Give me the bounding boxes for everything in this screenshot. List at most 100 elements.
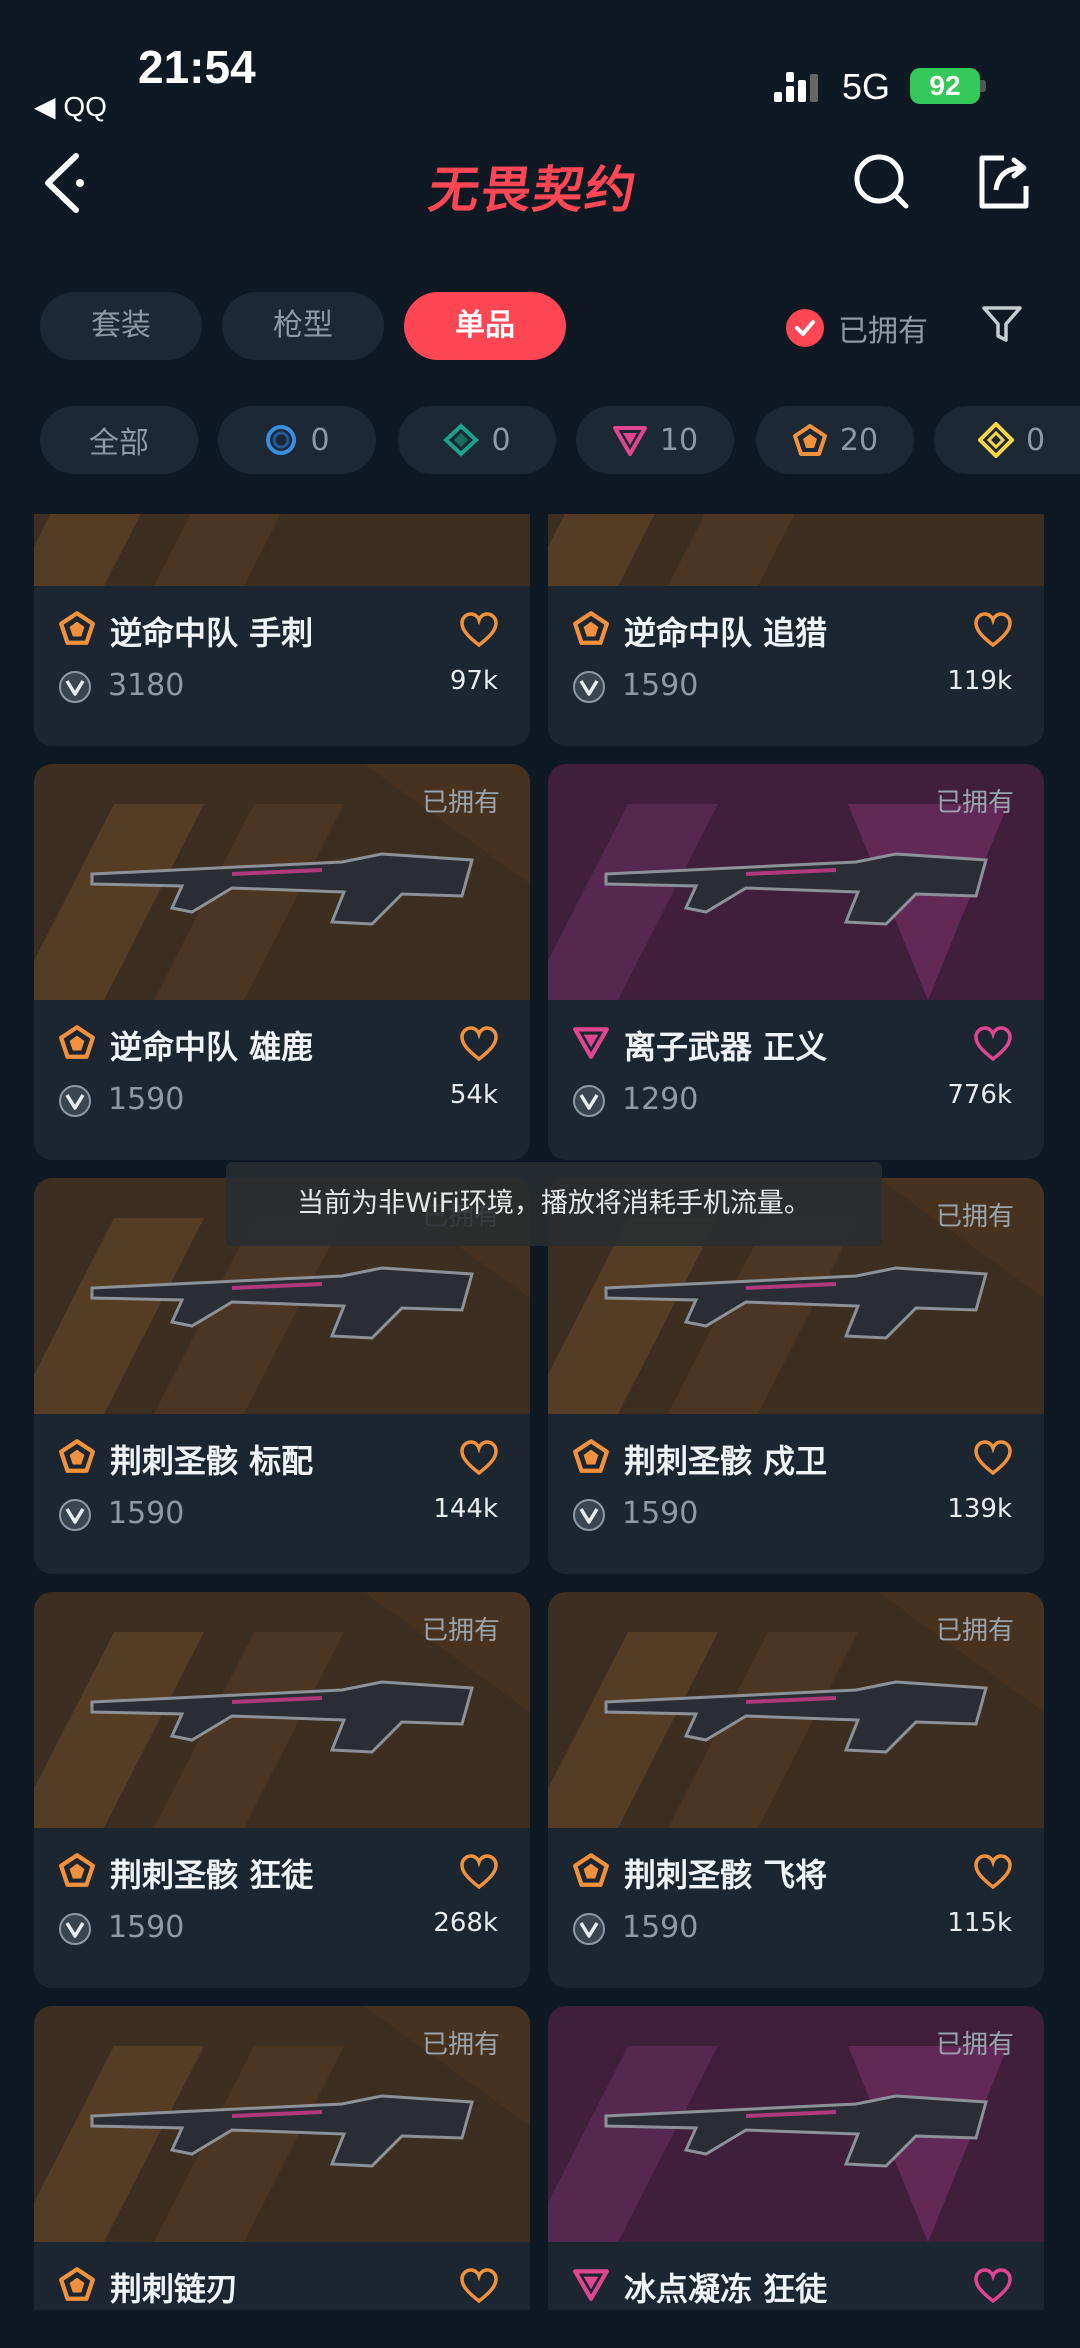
back-to-app-link[interactable]: ◀ QQ — [34, 90, 107, 123]
exclusive-tier-icon — [58, 610, 96, 650]
tab-gun-type[interactable]: 枪型 — [222, 292, 384, 360]
skin-price: 1590 — [108, 1082, 185, 1117]
like-count: 268k — [433, 1908, 498, 1938]
exclusive-tier-icon — [572, 1438, 610, 1478]
chip-count: 20 — [839, 422, 879, 458]
heart-icon[interactable] — [974, 1440, 1012, 1476]
tab-single-item[interactable]: 单品 — [404, 292, 566, 360]
skin-image — [548, 514, 1044, 586]
ultra-tier-icon — [978, 422, 1014, 458]
heart-icon[interactable] — [974, 2268, 1012, 2304]
chip-ultra-tier[interactable]: 0 — [934, 406, 1080, 474]
skin-card[interactable]: 已拥有 离子武器 正义 1290 776k — [548, 764, 1044, 1160]
skin-name: 荆刺圣骸 狂徒 — [110, 1856, 314, 1894]
exclusive-tier-icon — [792, 424, 827, 456]
skin-card[interactable]: 已拥有 荆刺圣骸 飞将 1590 115k — [548, 1592, 1044, 1988]
exclusive-tier-icon — [572, 610, 610, 650]
skin-price: 1590 — [622, 668, 699, 703]
tab-label: 套装 — [91, 308, 151, 343]
skin-card[interactable]: 逆命中队 手刺 3180 97k — [34, 514, 530, 746]
like-count: 139k — [947, 1494, 1012, 1524]
chip-premium-tier[interactable]: 10 — [576, 406, 734, 474]
check-icon — [786, 309, 824, 347]
skin-price: 1590 — [622, 1910, 699, 1945]
like-count: 776k — [947, 1080, 1012, 1110]
skin-card[interactable]: 已拥有 荆刺链刃 — [34, 2006, 530, 2310]
skin-card[interactable]: 逆命中队 追猎 1590 119k — [548, 514, 1044, 746]
heart-icon[interactable] — [974, 1026, 1012, 1062]
owned-tag: 已拥有 — [935, 2030, 1014, 2060]
heart-icon[interactable] — [974, 612, 1012, 648]
tab-label: 单品 — [455, 308, 515, 343]
exclusive-tier-icon — [58, 1438, 96, 1478]
skin-name: 荆刺圣骸 标配 — [110, 1442, 314, 1480]
valorant-points-icon — [59, 671, 91, 703]
skin-price: 3180 — [108, 668, 185, 703]
chip-count: 0 — [1026, 422, 1046, 458]
valorant-points-icon — [573, 671, 605, 703]
back-arrow-icon[interactable] — [40, 150, 92, 216]
owned-filter-toggle[interactable]: 已拥有 — [786, 306, 928, 350]
network-type: 5G — [842, 66, 891, 107]
skin-card[interactable]: 已拥有荆刺圣骸 狂徒 1590 268k — [34, 1592, 530, 1988]
skin-name: 荆刺圣骸 飞将 — [624, 1856, 828, 1894]
valorant-points-icon — [573, 1913, 605, 1945]
item-grid: 逆命中队 手刺 3180 97k 逆命中队 追猎 1590 119k 已拥有 逆命中队 雄鹿 1… — [0, 514, 1080, 2310]
chip-deluxe-tier[interactable]: 0 — [398, 406, 556, 474]
skin-name: 逆命中队 手刺 — [110, 614, 314, 652]
heart-icon[interactable] — [460, 2268, 498, 2304]
skin-image — [34, 514, 530, 586]
chip-select-tier[interactable]: 0 — [218, 406, 376, 474]
premium-tier-icon — [572, 2266, 610, 2306]
filter-icon[interactable] — [980, 302, 1024, 346]
battery-tip — [980, 80, 986, 92]
skin-card[interactable]: 已拥有冰点凝冻 狂徒 — [548, 2006, 1044, 2310]
battery-level: 92 — [929, 70, 961, 101]
exclusive-tier-icon — [58, 2266, 96, 2306]
share-icon[interactable] — [974, 152, 1034, 212]
skin-price: 1590 — [622, 1496, 699, 1531]
heart-icon[interactable] — [460, 1440, 498, 1476]
heart-icon[interactable] — [460, 1026, 498, 1062]
skin-name: 离子武器 正义 — [624, 1028, 828, 1066]
chip-count: 0 — [310, 422, 330, 458]
valorant-points-icon — [59, 1499, 91, 1531]
heart-icon[interactable] — [460, 612, 498, 648]
valorant-points-icon — [59, 1913, 91, 1945]
skin-price: 1590 — [108, 1910, 185, 1945]
search-icon[interactable] — [852, 152, 912, 212]
heart-icon[interactable] — [460, 1854, 498, 1890]
premium-tier-icon — [612, 426, 647, 456]
skin-name: 荆刺圣骸 戍卫 — [624, 1442, 828, 1480]
tab-suit[interactable]: 套装 — [40, 292, 202, 360]
select-tier-icon — [266, 425, 297, 455]
chip-all[interactable]: 全部 — [40, 406, 198, 474]
tab-label: 枪型 — [273, 308, 333, 343]
owned-tag: 已拥有 — [935, 1616, 1014, 1646]
valorant-points-icon — [59, 1085, 91, 1117]
heart-icon[interactable] — [974, 1854, 1012, 1890]
skin-name: 逆命中队 追猎 — [624, 614, 828, 652]
chip-count: 0 — [491, 422, 511, 458]
skin-name: 冰点凝冻 狂徒 — [624, 2270, 828, 2308]
like-count: 97k — [449, 666, 498, 696]
skin-price: 1590 — [108, 1496, 185, 1531]
deluxe-tier-icon — [443, 423, 480, 457]
skin-card[interactable]: 已拥有 逆命中队 雄鹿 1590 54k — [34, 764, 530, 1160]
exclusive-tier-icon — [58, 1852, 96, 1892]
valorant-points-icon — [573, 1499, 605, 1531]
owned-filter-label: 已拥有 — [838, 314, 928, 349]
signal-icon — [774, 72, 818, 102]
like-count: 54k — [449, 1080, 498, 1110]
skin-name: 荆刺链刃 — [110, 2270, 239, 2308]
owned-tag: 已拥有 — [421, 1616, 500, 1646]
premium-tier-icon — [572, 1024, 610, 1064]
chip-exclusive-tier[interactable]: 20 — [756, 406, 914, 474]
like-count: 119k — [947, 666, 1012, 696]
exclusive-tier-icon — [58, 1024, 96, 1064]
battery-indicator: 92 — [910, 68, 980, 104]
exclusive-tier-icon — [572, 1852, 610, 1892]
skin-price: 1290 — [622, 1082, 699, 1117]
status-time: 21:54 — [138, 41, 256, 93]
owned-tag: 已拥有 — [421, 788, 500, 818]
